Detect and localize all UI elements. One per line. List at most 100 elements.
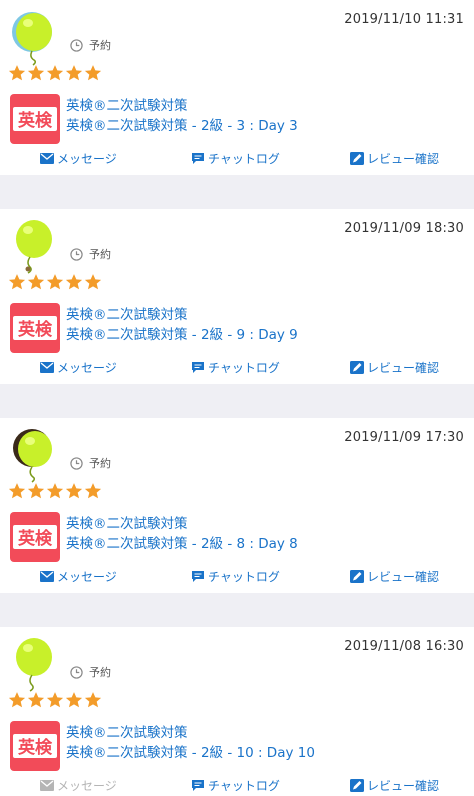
envelope-icon xyxy=(40,571,54,582)
message-label: メッセージ xyxy=(57,152,117,166)
reservation-type: 予約 xyxy=(70,455,111,471)
review-check-button[interactable]: レビュー確認 xyxy=(350,359,439,376)
star-icon xyxy=(84,692,102,708)
review-check-button[interactable]: レビュー確認 xyxy=(350,777,439,794)
course-info[interactable]: 英検®二次試験対策 英検®二次試験対策 - 2級 - 10 : Day 10 xyxy=(66,723,315,763)
review-check-button[interactable]: レビュー確認 xyxy=(350,150,439,167)
message-button[interactable]: メッセージ xyxy=(40,150,117,167)
card-separator xyxy=(0,175,474,209)
chatlog-button[interactable]: チャットログ xyxy=(191,359,280,376)
reservation-type: 予約 xyxy=(70,37,111,53)
envelope-icon xyxy=(40,362,54,373)
eiken-logo: 英検 xyxy=(10,303,60,353)
course-lesson: 英検®二次試験対策 - 2級 - 3 : Day 3 xyxy=(66,118,298,134)
course-lesson: 英検®二次試験対策 - 2級 - 8 : Day 8 xyxy=(66,536,298,552)
eiken-logo: 英検 xyxy=(10,512,60,562)
svg-text:英検: 英検 xyxy=(18,528,53,549)
course-lesson: 英検®二次試験対策 - 2級 - 9 : Day 9 xyxy=(66,327,298,343)
chat-icon xyxy=(192,153,204,164)
course-title: 英検®二次試験対策 xyxy=(66,725,188,741)
course-title: 英検®二次試験対策 xyxy=(66,307,188,323)
course-title: 英検®二次試験対策 xyxy=(66,516,188,532)
star-icon xyxy=(65,65,83,81)
review-date: 2019/11/09 17:30 xyxy=(344,430,464,445)
rating-stars xyxy=(8,64,102,82)
message-button[interactable]: メッセージ xyxy=(40,568,117,585)
star-icon xyxy=(84,274,102,290)
review-check-label: レビュー確認 xyxy=(367,779,440,793)
card-separator xyxy=(0,593,474,627)
rating-stars xyxy=(8,691,102,709)
message-label: メッセージ xyxy=(57,361,117,375)
svg-text:英検: 英検 xyxy=(18,110,53,131)
chatlog-label: チャットログ xyxy=(208,570,280,584)
star-icon xyxy=(27,483,45,499)
review-card: 2019/11/09 18:30 予約 英検 英検®二次試験対策 英検®二次試験… xyxy=(0,209,474,384)
chatlog-button[interactable]: チャットログ xyxy=(191,568,280,585)
chat-icon xyxy=(192,362,204,373)
chatlog-label: チャットログ xyxy=(208,779,280,793)
star-icon xyxy=(46,692,64,708)
course-title: 英検®二次試験対策 xyxy=(66,98,188,114)
chatlog-button[interactable]: チャットログ xyxy=(191,777,280,794)
svg-text:英検: 英検 xyxy=(18,319,53,340)
star-icon xyxy=(27,274,45,290)
star-icon xyxy=(8,692,26,708)
envelope-icon xyxy=(40,780,54,791)
star-icon xyxy=(46,483,64,499)
card-actions: メッセージ チャットログ レビュー確認 xyxy=(0,568,474,586)
edit-review-icon xyxy=(350,570,364,583)
reservation-type: 予約 xyxy=(70,246,111,262)
review-check-button[interactable]: レビュー確認 xyxy=(350,568,439,585)
reservation-type-label: 予約 xyxy=(89,248,111,261)
avatar[interactable] xyxy=(8,219,58,275)
review-card: 2019/11/10 11:31 予約 英検 英検®二次試験対策 英検®二次試験… xyxy=(0,0,474,175)
star-icon xyxy=(84,483,102,499)
star-icon xyxy=(8,65,26,81)
star-icon xyxy=(46,65,64,81)
eiken-logo: 英検 xyxy=(10,721,60,771)
chatlog-label: チャットログ xyxy=(208,152,280,166)
course-lesson: 英検®二次試験対策 - 2級 - 10 : Day 10 xyxy=(66,745,315,761)
reservation-type-label: 予約 xyxy=(89,666,111,679)
star-icon xyxy=(8,483,26,499)
course-info[interactable]: 英検®二次試験対策 英検®二次試験対策 - 2級 - 9 : Day 9 xyxy=(66,305,298,345)
reservation-type-label: 予約 xyxy=(89,457,111,470)
clock-icon xyxy=(70,456,83,470)
chatlog-button[interactable]: チャットログ xyxy=(191,150,280,167)
avatar[interactable] xyxy=(8,428,58,484)
rating-stars xyxy=(8,273,102,291)
review-date: 2019/11/10 11:31 xyxy=(344,12,464,27)
review-card: 2019/11/08 16:30 予約 英検 英検®二次試験対策 英検®二次試験… xyxy=(0,627,474,796)
eiken-logo: 英検 xyxy=(10,94,60,144)
avatar[interactable] xyxy=(8,637,58,693)
card-actions: メッセージ チャットログ レビュー確認 xyxy=(0,359,474,377)
avatar[interactable] xyxy=(8,10,58,66)
review-check-label: レビュー確認 xyxy=(367,570,440,584)
reservation-type: 予約 xyxy=(70,664,111,680)
rating-stars xyxy=(8,482,102,500)
review-date: 2019/11/09 18:30 xyxy=(344,221,464,236)
star-icon xyxy=(65,274,83,290)
edit-review-icon xyxy=(350,779,364,792)
card-actions: メッセージ チャットログ レビュー確認 xyxy=(0,777,474,795)
reservation-type-label: 予約 xyxy=(89,39,111,52)
star-icon xyxy=(84,65,102,81)
message-button[interactable]: メッセージ xyxy=(40,359,117,376)
envelope-icon xyxy=(40,153,54,164)
course-info[interactable]: 英検®二次試験対策 英検®二次試験対策 - 2級 - 3 : Day 3 xyxy=(66,96,298,136)
clock-icon xyxy=(70,38,83,52)
card-separator xyxy=(0,384,474,418)
star-icon xyxy=(8,274,26,290)
clock-icon xyxy=(70,665,83,679)
review-check-label: レビュー確認 xyxy=(367,152,440,166)
review-card: 2019/11/09 17:30 予約 英検 英検®二次試験対策 英検®二次試験… xyxy=(0,418,474,593)
star-icon xyxy=(27,692,45,708)
star-icon xyxy=(46,274,64,290)
review-date: 2019/11/08 16:30 xyxy=(344,639,464,654)
card-actions: メッセージ チャットログ レビュー確認 xyxy=(0,150,474,168)
chat-icon xyxy=(192,780,204,791)
edit-review-icon xyxy=(350,361,364,374)
chat-icon xyxy=(192,571,204,582)
course-info[interactable]: 英検®二次試験対策 英検®二次試験対策 - 2級 - 8 : Day 8 xyxy=(66,514,298,554)
